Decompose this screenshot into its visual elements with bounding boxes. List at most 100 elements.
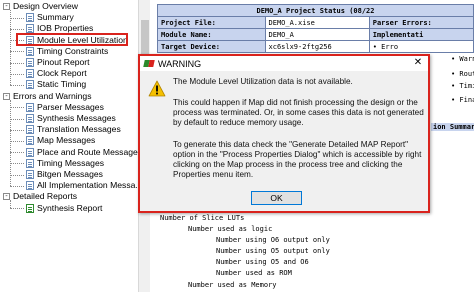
project-status-header: DEMO_A Project Status (08/22 <box>157 4 474 17</box>
report-document-icon <box>26 136 34 146</box>
tree-connector <box>10 185 24 187</box>
tree-connector <box>10 118 24 120</box>
report-document-icon <box>26 181 34 191</box>
tree-item-label: Parser Messages <box>37 101 104 112</box>
report-document-icon <box>26 13 34 23</box>
tree-item-label: Summary <box>37 12 74 23</box>
tree-item-label: Detailed Reports <box>13 191 78 202</box>
tree-connector <box>10 84 24 86</box>
tree-item-design-overview[interactable]: - Design Overview <box>3 1 78 12</box>
tree-connector <box>10 62 24 64</box>
tree-connector <box>10 140 24 142</box>
module-name-value: DEMO_A <box>264 28 370 41</box>
errors-bullet: • Erro <box>368 40 474 53</box>
tree-connector <box>10 174 24 176</box>
tree-item-label: Synthesis Messages <box>37 113 116 123</box>
tree-connector <box>10 200 11 209</box>
project-file-value: DEMO_A.xise <box>264 16 370 29</box>
tree-item-label: Timing Constraints <box>37 45 109 56</box>
message-line-1: The Module Level Utilization data is not… <box>173 77 353 86</box>
tree-connector <box>10 99 11 186</box>
final-bullet: • Final <box>451 96 474 104</box>
tree-item-label: Pinout Report <box>37 57 90 67</box>
tree-connector <box>10 51 24 53</box>
warnings-bullet: • Warni <box>451 55 474 63</box>
tree-item-place-and-route-messages[interactable]: Place and Route Messages <box>26 147 142 158</box>
routing-bullet: • Routi <box>451 70 474 78</box>
tree-item-summary[interactable]: Summary <box>26 12 74 23</box>
tree-item-label: Clock Report <box>37 68 87 79</box>
report-document-icon <box>26 125 34 135</box>
util-row-logic: Number used as logic <box>188 225 273 233</box>
close-button[interactable]: ✕ <box>412 57 424 69</box>
report-document-icon <box>26 80 34 90</box>
dialog-title: WARNING <box>158 58 202 69</box>
tree-connector <box>10 163 24 165</box>
tree-connector <box>10 208 24 210</box>
tree-item-clock-report[interactable]: Clock Report <box>26 68 87 79</box>
tree-connector <box>10 28 24 30</box>
report-document-icon <box>26 158 34 168</box>
report-document-icon <box>26 102 34 112</box>
report-document-icon <box>26 46 34 56</box>
tree-item-timing-constraints[interactable]: Timing Constraints <box>26 46 108 57</box>
tree-item-label: Bitgen Messages <box>37 169 103 179</box>
target-device-value: xc6slx9-2ftg256 <box>264 40 370 53</box>
tree-item-bitgen-messages[interactable]: Bitgen Messages <box>26 169 103 180</box>
ok-button[interactable]: OK <box>251 191 302 205</box>
tree-connector <box>10 107 24 109</box>
tree-item-label: Static Timing <box>37 79 87 90</box>
collapse-toggle-icon[interactable]: - <box>3 3 10 10</box>
report-document-icon <box>26 147 34 157</box>
tree-item-label: Timing Messages <box>37 157 105 168</box>
util-row-o5-only: Number using O5 output only <box>216 247 330 255</box>
tree-item-map-messages[interactable]: Map Messages <box>26 135 95 146</box>
collapse-toggle-icon[interactable]: - <box>3 92 10 100</box>
util-row-o6-only: Number using O6 output only <box>216 236 330 244</box>
tree-item-label: Translation Messages <box>37 124 121 135</box>
tree-item-all-implementation-messa[interactable]: All Implementation Messa... <box>26 180 143 191</box>
tree-item-label: Design Overview <box>13 1 78 11</box>
collapse-toggle-icon[interactable]: - <box>3 193 10 201</box>
report-document-icon <box>26 69 34 79</box>
tree-connector <box>10 10 11 85</box>
tree-item-errors-and-warnings[interactable]: - Errors and Warnings <box>3 91 92 102</box>
report-document-icon <box>26 114 34 123</box>
util-row-slice-luts: Number of Slice LUTs <box>160 214 245 222</box>
tree-item-label: Errors and Warnings <box>13 90 92 101</box>
tree-item-synthesis-report[interactable]: Synthesis Report <box>26 203 102 214</box>
message-line-3: To generate this data check the "Generat… <box>173 140 422 179</box>
timing-bullet: • Timin <box>451 82 474 90</box>
target-device-label: Target Device: <box>157 40 266 53</box>
tree-item-static-timing[interactable]: Static Timing <box>26 79 86 90</box>
tree-item-synthesis-messages[interactable]: Synthesis Messages <box>26 113 116 124</box>
tree-connector <box>10 73 24 75</box>
tree-item-pinout-report[interactable]: Pinout Report <box>26 57 90 68</box>
util-row-memory: Number used as Memory <box>188 281 277 289</box>
utilization-summary-tab: ion Summary <box>431 123 474 131</box>
report-document-icon <box>26 58 34 67</box>
selection-highlight-box <box>16 33 128 46</box>
tree-item-label: Map Messages <box>37 135 96 146</box>
warning-icon <box>148 80 166 97</box>
util-row-rom: Number used as ROM <box>216 269 292 277</box>
report-document-icon <box>26 170 34 179</box>
project-status-table: DEMO_A Project Status (08/22 Project Fil… <box>157 4 474 53</box>
warning-dialog: WARNING ✕ The Module Level Utilization d… <box>138 54 430 213</box>
ise-app-icon <box>143 59 155 68</box>
tree-item-label: Synthesis Report <box>37 202 103 213</box>
tree-item-translation-messages[interactable]: Translation Messages <box>26 124 121 135</box>
dialog-titlebar[interactable]: WARNING ✕ <box>140 56 428 71</box>
tree-connector <box>10 152 24 154</box>
message-line-2: This could happen if Map did not finish … <box>173 98 424 127</box>
tree-item-detailed-reports[interactable]: - Detailed Reports <box>3 191 77 202</box>
tree-item-label: All Implementation Messa... <box>37 180 143 191</box>
tree-item-parser-messages[interactable]: Parser Messages <box>26 102 104 113</box>
implementation-state-label: Implementati <box>368 28 474 41</box>
tree-item-label: Place and Route Messages <box>37 146 143 157</box>
parser-errors-label: Parser Errors: <box>368 16 474 29</box>
tree-item-timing-messages[interactable]: Timing Messages <box>26 158 104 169</box>
module-name-label: Module Name: <box>157 28 266 41</box>
report-document-icon <box>26 203 34 213</box>
tree-connector <box>10 17 24 19</box>
